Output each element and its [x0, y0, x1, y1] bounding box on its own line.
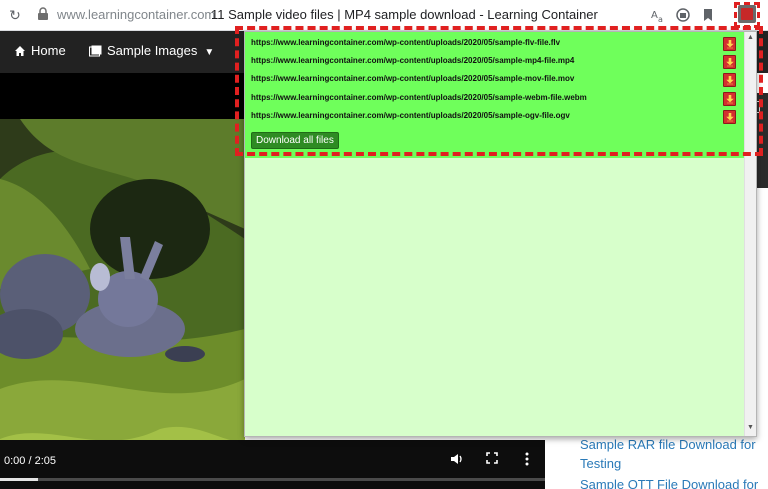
nav-sample-images-link[interactable]: Sample Images ▼ [89, 43, 214, 60]
extension-icon[interactable] [675, 7, 691, 23]
svg-text:a: a [658, 15, 663, 23]
file-list-panel: https://www.learningcontainer.com/wp-con… [245, 32, 756, 158]
svg-text:A: A [651, 10, 658, 21]
page-title[interactable]: 11 Sample video files | MP4 sample downl… [211, 7, 598, 22]
fullscreen-icon[interactable] [484, 452, 500, 468]
download-icon[interactable] [723, 37, 736, 51]
nav-home-link[interactable]: Home [14, 43, 66, 60]
video-progress-fill [0, 478, 39, 481]
sidebar-link[interactable]: Sample RAR file Download for [580, 435, 756, 454]
sidebar-link[interactable]: Testing [580, 454, 621, 473]
file-url[interactable]: https://www.learningcontainer.com/wp-con… [251, 38, 560, 47]
popup-scrollbar[interactable]: ▲ ▼ [744, 32, 756, 436]
file-url[interactable]: https://www.learningcontainer.com/wp-con… [251, 56, 574, 65]
volume-icon[interactable] [449, 452, 465, 468]
file-url[interactable]: https://www.learningcontainer.com/wp-con… [251, 111, 570, 120]
download-popup: https://www.learningcontainer.com/wp-con… [244, 31, 757, 437]
translate-icon[interactable]: Aa [651, 7, 667, 24]
file-row: https://www.learningcontainer.com/wp-con… [249, 92, 743, 107]
more-icon[interactable] [519, 452, 535, 468]
file-row: https://www.learningcontainer.com/wp-con… [249, 37, 743, 52]
images-icon [89, 45, 102, 60]
download-icon[interactable] [723, 55, 736, 69]
download-extension-icon[interactable] [738, 5, 756, 23]
url-host[interactable]: www.learningcontainer.com [57, 7, 215, 22]
lock-icon[interactable] [37, 7, 49, 21]
file-row: https://www.learningcontainer.com/wp-con… [249, 110, 743, 125]
download-icon[interactable] [723, 110, 736, 124]
file-row: https://www.learningcontainer.com/wp-con… [249, 55, 743, 70]
sidebar-link[interactable]: Sample OTT File Download for [580, 475, 758, 489]
video-time: 0:00 / 2:05 [4, 455, 56, 467]
scroll-down-icon[interactable]: ▼ [747, 424, 754, 431]
file-url[interactable]: https://www.learningcontainer.com/wp-con… [251, 74, 574, 83]
chevron-down-icon: ▼ [204, 47, 215, 58]
nav-home-label: Home [31, 43, 66, 58]
browser-address-bar: ↻ www.learningcontainer.com 11 Sample vi… [0, 0, 768, 31]
file-row: https://www.learningcontainer.com/wp-con… [249, 73, 743, 88]
video-frame-illustration [0, 119, 245, 488]
video-top-strip [0, 73, 245, 119]
file-url[interactable]: https://www.learningcontainer.com/wp-con… [251, 93, 587, 102]
video-progress-bar[interactable] [0, 478, 545, 481]
bookmark-icon[interactable] [700, 7, 716, 23]
download-all-button[interactable]: Download all files [251, 132, 339, 149]
reload-icon[interactable]: ↻ [7, 6, 23, 24]
download-icon[interactable] [723, 92, 736, 106]
scroll-up-icon[interactable]: ▲ [747, 34, 754, 41]
nav-sample-images-label: Sample Images [107, 43, 198, 58]
video-player[interactable] [0, 119, 245, 488]
home-icon [14, 45, 26, 60]
download-icon[interactable] [723, 73, 736, 87]
